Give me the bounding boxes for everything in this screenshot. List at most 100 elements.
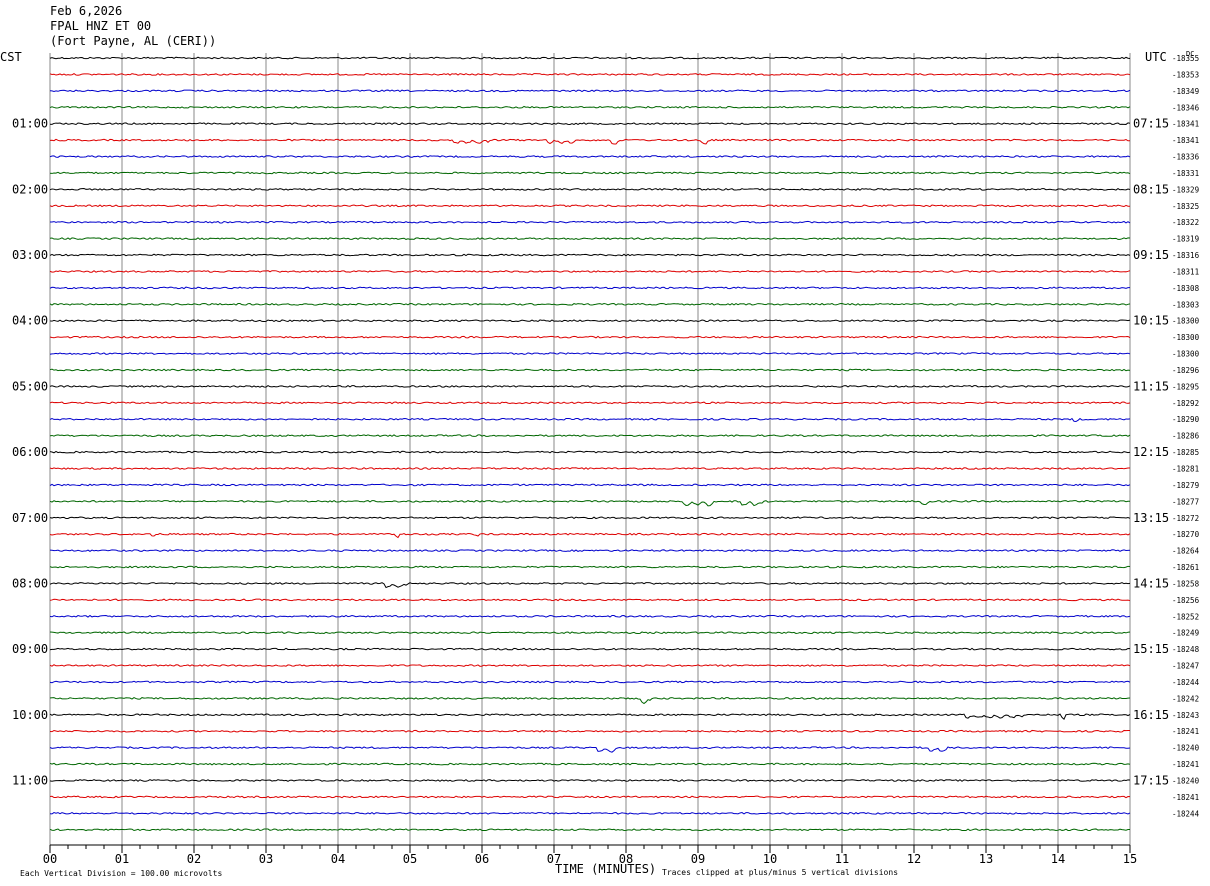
dc-offset-label: -18261 bbox=[1172, 563, 1199, 572]
dc-offset-label: -18286 bbox=[1172, 432, 1200, 441]
x-tick-label: 12 bbox=[907, 852, 921, 866]
utc-hour-label: 13:15 bbox=[1133, 511, 1169, 525]
dc-offset-label: -18244 bbox=[1172, 809, 1200, 818]
cst-hour-label: 06:00 bbox=[12, 445, 48, 459]
utc-hour-label: 09:15 bbox=[1133, 248, 1169, 262]
trace-row bbox=[49, 483, 1131, 487]
dc-offset-label: -18272 bbox=[1172, 514, 1199, 523]
dc-offset-label: -18248 bbox=[1172, 645, 1200, 654]
dc-offset-label: -18300 bbox=[1172, 333, 1200, 342]
scale-note: Each Vertical Division = 100.00 microvol… bbox=[20, 869, 222, 878]
x-tick-label: 09 bbox=[691, 852, 705, 866]
dc-offset-label: -18300 bbox=[1172, 350, 1200, 359]
cst-hour-label: 11:00 bbox=[12, 773, 48, 787]
trace-row bbox=[49, 713, 1131, 721]
dc-offset-label: -18241 bbox=[1172, 793, 1199, 802]
cst-hour-label: 07:00 bbox=[12, 511, 48, 525]
trace-row bbox=[49, 516, 1131, 520]
utc-hour-label: 11:15 bbox=[1133, 379, 1169, 393]
trace-row bbox=[49, 56, 1131, 60]
trace-row bbox=[49, 434, 1131, 438]
x-tick-label: 11 bbox=[835, 852, 849, 866]
trace-rows bbox=[49, 56, 1131, 832]
cst-hour-label: 01:00 bbox=[12, 117, 48, 131]
dc-offset-label: -18353 bbox=[1172, 70, 1199, 79]
trace-row bbox=[49, 664, 1131, 667]
dc-offset-label: -18296 bbox=[1172, 366, 1200, 375]
dc-offset-label: -18290 bbox=[1172, 415, 1200, 424]
dc-offset-label: -18329 bbox=[1172, 185, 1199, 194]
trace-row bbox=[49, 302, 1131, 306]
trace-row bbox=[49, 286, 1131, 290]
dc-offset-label: -18331 bbox=[1172, 169, 1199, 178]
trace-row bbox=[49, 89, 1131, 93]
trace-row bbox=[49, 450, 1131, 454]
dc-offset-label: -18346 bbox=[1172, 103, 1200, 112]
utc-hour-label: 15:15 bbox=[1133, 642, 1169, 656]
x-tick-label: 02 bbox=[187, 852, 201, 866]
cst-hour-label: 08:00 bbox=[12, 576, 48, 590]
dc-offset-label: -18240 bbox=[1172, 744, 1200, 753]
trace-row bbox=[49, 237, 1131, 240]
trace-row bbox=[49, 73, 1131, 76]
trace-row bbox=[49, 171, 1131, 175]
right-timezone-label: UTC bbox=[1145, 50, 1167, 64]
trace-row bbox=[49, 598, 1131, 602]
x-tick-label: 13 bbox=[979, 852, 993, 866]
left-timezone-label: CST bbox=[0, 50, 22, 64]
dc-offset-label: -18277 bbox=[1172, 497, 1199, 506]
dc-offset-label: -18349 bbox=[1172, 87, 1199, 96]
dc-offset-label: -18319 bbox=[1172, 235, 1199, 244]
trace-row bbox=[49, 565, 1131, 569]
trace-row bbox=[49, 204, 1131, 208]
utc-hour-label: 16:15 bbox=[1133, 708, 1169, 722]
trace-row bbox=[49, 696, 1131, 705]
header-location: (Fort Payne, AL (CERI)) bbox=[50, 34, 216, 48]
dc-offset-label: -18336 bbox=[1172, 153, 1200, 162]
trace-row bbox=[49, 795, 1131, 799]
trace-row bbox=[49, 187, 1131, 191]
trace-row bbox=[49, 549, 1131, 552]
seismogram-plot: Feb 6,2026 FPAL HNZ ET 00 (Fort Payne, A… bbox=[0, 4, 1200, 878]
trace-row bbox=[49, 729, 1131, 733]
trace-row bbox=[49, 270, 1131, 273]
trace-row bbox=[49, 417, 1131, 423]
cst-hour-label: 02:00 bbox=[12, 182, 48, 196]
dc-offset-label: -18264 bbox=[1172, 547, 1200, 556]
trace-row bbox=[49, 385, 1131, 388]
cst-hour-label: 10:00 bbox=[12, 708, 48, 722]
trace-row bbox=[49, 105, 1131, 109]
dc-offset-label: -18241 bbox=[1172, 760, 1199, 769]
dc-offset-label: -18295 bbox=[1172, 382, 1199, 391]
dc-offset-label: -18281 bbox=[1172, 465, 1199, 474]
x-tick-label: 01 bbox=[115, 852, 129, 866]
dc-offset-label: -18256 bbox=[1172, 596, 1200, 605]
dc-offset-label: -18285 bbox=[1172, 448, 1199, 457]
trace-row bbox=[49, 155, 1131, 158]
utc-hour-label: 14:15 bbox=[1133, 576, 1169, 590]
dc-offset-label: -18303 bbox=[1172, 300, 1199, 309]
utc-hour-label: 08:15 bbox=[1133, 182, 1169, 196]
dc-offset-label: -18242 bbox=[1172, 694, 1199, 703]
trace-row bbox=[49, 828, 1131, 832]
x-axis-title: TIME (MINUTES) bbox=[555, 862, 656, 876]
dc-offset-label: -18241 bbox=[1172, 727, 1199, 736]
utc-hour-label: 10:15 bbox=[1133, 314, 1169, 328]
utc-hour-label: 12:15 bbox=[1133, 445, 1169, 459]
trace-row bbox=[49, 335, 1131, 339]
trace-row bbox=[49, 746, 1131, 753]
cst-hour-label: 04:00 bbox=[12, 314, 48, 328]
cst-hour-label: 05:00 bbox=[12, 379, 48, 393]
dc-offset-label: -18243 bbox=[1172, 711, 1199, 720]
trace-row bbox=[49, 582, 1131, 589]
x-tick-label: 10 bbox=[763, 852, 777, 866]
trace-row bbox=[49, 614, 1131, 618]
trace-row bbox=[49, 532, 1131, 539]
dc-offset-label: -18322 bbox=[1172, 218, 1199, 227]
dc-offset-label: -18279 bbox=[1172, 481, 1199, 490]
dc-offset-label: -18300 bbox=[1172, 317, 1200, 326]
x-tick-label: 05 bbox=[403, 852, 417, 866]
dc-offset-label: -18341 bbox=[1172, 120, 1199, 129]
dc-offset-label: -18325 bbox=[1172, 202, 1199, 211]
dc-offset-label: -18240 bbox=[1172, 776, 1200, 785]
